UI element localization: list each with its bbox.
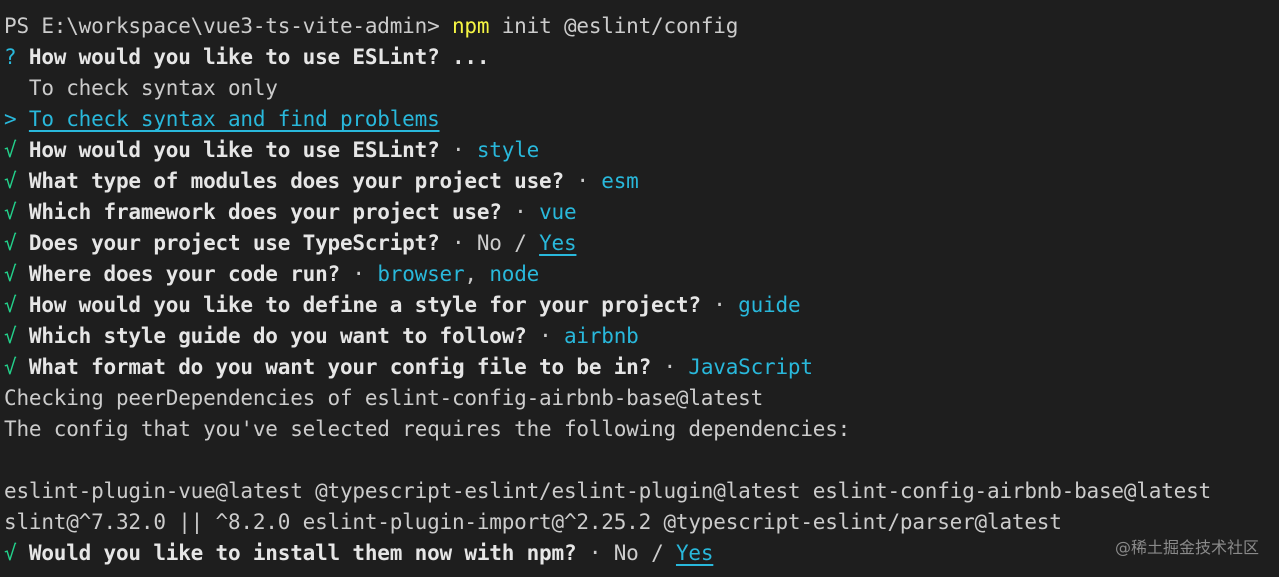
output-requires: The config that you've selected requires… (4, 417, 851, 441)
answer-separator: · (439, 231, 477, 255)
answer-option-no: No (613, 541, 639, 565)
option-label-selected: To check syntax and find problems (28, 107, 440, 131)
command-args: init @eslint/config (489, 14, 739, 38)
prompt-path: PS E:\workspace\vue3-ts-vite-admin> (4, 14, 452, 38)
check-icon: √ (4, 169, 29, 193)
answer-option-yes: Yes (675, 541, 714, 565)
watermark: @稀土掘金技术社区 (1114, 538, 1259, 557)
answer-value-node: node (489, 262, 540, 286)
answer-value: airbnb (563, 324, 639, 348)
answer-separator: · (501, 200, 540, 224)
answer-value: vue (539, 200, 577, 224)
check-icon: √ (4, 355, 29, 379)
answer-separator: · (439, 138, 477, 162)
prompt-line: PS E:\workspace\vue3-ts-vite-admin> npm … (4, 11, 1279, 42)
answer-separator: · (651, 355, 689, 379)
answer-value: esm (601, 169, 639, 193)
answer-slash: / (638, 541, 676, 565)
question-mark-icon: ? (4, 45, 29, 69)
option-label: To check syntax only (4, 76, 278, 100)
answer-slash: / (501, 231, 540, 255)
answer-separator: · (563, 169, 602, 193)
answer-value: guide (738, 293, 801, 317)
question-line-active: ? How would you like to use ESLint? ... (4, 42, 1279, 73)
output-deps-line-2: slint@^7.32.0 || ^8.2.0 eslint-plugin-im… (4, 510, 1062, 534)
check-icon: √ (4, 324, 29, 348)
answer-question: How would you like to define a style for… (28, 293, 701, 317)
answer-separator: · (526, 324, 564, 348)
answer-line: √ What type of modules does your project… (4, 166, 1279, 197)
answer-value: JavaScript (688, 355, 813, 379)
answer-option-yes: Yes (539, 231, 577, 255)
check-icon: √ (4, 293, 29, 317)
answer-question: How would you like to use ESLint? (28, 138, 440, 162)
answer-question: Where does your code run? (28, 262, 340, 286)
answer-question: Would you like to install them now with … (28, 541, 577, 565)
answer-question: What format do you want your config file… (28, 355, 652, 379)
check-icon: √ (4, 541, 29, 565)
answer-line: √ Which style guide do you want to follo… (4, 321, 1279, 352)
check-icon: √ (4, 231, 29, 255)
answer-option-no: No (476, 231, 502, 255)
output-deps-line-1: eslint-plugin-vue@latest @typescript-esl… (4, 479, 1211, 503)
terminal-output[interactable]: PS E:\workspace\vue3-ts-vite-admin> npm … (4, 11, 1279, 569)
answer-question: Which style guide do you want to follow? (28, 324, 527, 348)
answer-separator: · (700, 293, 739, 317)
answer-value: style (476, 138, 540, 162)
output-checking: Checking peerDependencies of eslint-conf… (4, 386, 764, 410)
answer-line: √ Which framework does your project use?… (4, 197, 1279, 228)
check-icon: √ (4, 138, 29, 162)
command-npm: npm (451, 14, 490, 38)
answer-comma: , (464, 262, 490, 286)
answer-question: Which framework does your project use? (28, 200, 502, 224)
check-icon: √ (4, 200, 29, 224)
answer-separator: · (339, 262, 378, 286)
answer-line-install: √ Would you like to install them now wit… (4, 538, 1279, 569)
pointer-icon: > (4, 107, 29, 131)
answer-question: What type of modules does your project u… (28, 169, 564, 193)
answer-separator: · (576, 541, 614, 565)
option-syntax-only[interactable]: To check syntax only (4, 73, 1279, 104)
answer-line-typescript: √ Does your project use TypeScript? · No… (4, 228, 1279, 259)
answer-question: Does your project use TypeScript? (28, 231, 440, 255)
question-ellipsis: ... (439, 45, 490, 69)
answer-line: √ What format do you want your config fi… (4, 352, 1279, 383)
answer-line-run: √ Where does your code run? · browser, n… (4, 259, 1279, 290)
answer-line: √ How would you like to use ESLint? · st… (4, 135, 1279, 166)
option-syntax-and-problems[interactable]: > To check syntax and find problems (4, 104, 1279, 135)
answer-line: √ How would you like to define a style f… (4, 290, 1279, 321)
check-icon: √ (4, 262, 29, 286)
question-text: How would you like to use ESLint? (28, 45, 440, 69)
answer-value-browser: browser (377, 262, 465, 286)
